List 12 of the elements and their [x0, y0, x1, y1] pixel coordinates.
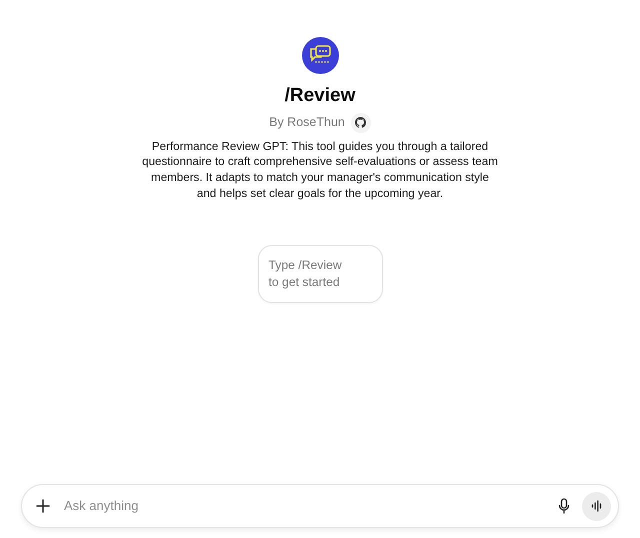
conversation-starter[interactable]: Type /Review to get started — [258, 245, 382, 304]
voice-mode-icon[interactable] — [582, 492, 611, 520]
message-input[interactable]: Ask anything — [62, 495, 558, 517]
message-composer[interactable]: Ask anything — [21, 484, 619, 528]
gpt-description: Performance Review GPT: This tool guides you through a tailored questionnaire to craft comprehensive self-evaluations or assess team members. It adapts to match your manager's communication style and helps set clear goals for the upcoming year. — [141, 138, 499, 202]
github-link[interactable] — [350, 112, 371, 133]
microphone-icon[interactable] — [558, 498, 570, 514]
add-icon[interactable] — [36, 499, 50, 513]
author-name: By RoseThun — [269, 114, 345, 132]
chat-bubbles-logo-icon — [302, 37, 338, 74]
github-icon — [355, 117, 366, 128]
gpt-title: /Review — [284, 84, 356, 108]
